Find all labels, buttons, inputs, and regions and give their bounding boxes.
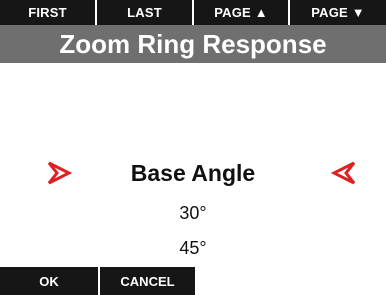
top-toolbar: FIRST LAST PAGE ▲ PAGE ▼ [0,0,386,25]
page-down-button[interactable]: PAGE ▼ [290,0,386,25]
page-up-button[interactable]: PAGE ▲ [194,0,288,25]
cancel-button[interactable]: CANCEL [100,267,195,295]
option-value[interactable]: 30° [0,203,386,224]
option-value[interactable]: 45° [0,238,386,259]
ok-button[interactable]: OK [0,267,98,295]
first-button[interactable]: FIRST [0,0,95,25]
arrow-left-outline-icon[interactable] [331,160,357,186]
bottom-toolbar: OK CANCEL [0,267,195,295]
setting-label: Base Angle [130,160,256,186]
page-title: Zoom Ring Response [0,25,386,63]
last-button[interactable]: LAST [97,0,192,25]
